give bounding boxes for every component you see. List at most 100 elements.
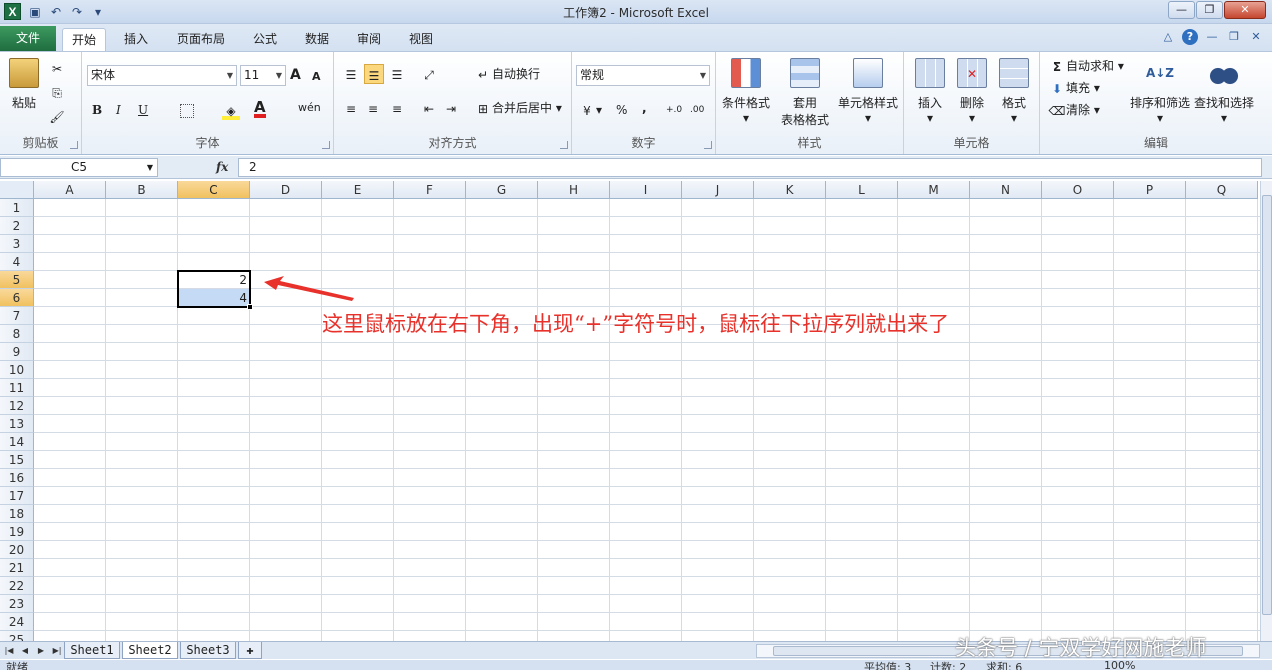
row-header-4[interactable]: 4 [0,253,34,271]
find-select-button[interactable]: 查找和选择 ▾ [1192,58,1256,125]
row-header-17[interactable]: 17 [0,487,34,505]
borders-button[interactable] [180,100,194,120]
align-left-button[interactable]: ≡ [342,98,360,118]
underline-button[interactable]: U [138,100,148,120]
row-header-11[interactable]: 11 [0,379,34,397]
font-name-combo[interactable]: 宋体 ▼ [87,65,237,86]
fill-button[interactable]: ⬇ 填充 ▾ [1048,78,1100,98]
row-header-10[interactable]: 10 [0,361,34,379]
row-header-16[interactable]: 16 [0,469,34,487]
prev-sheet-icon[interactable]: ◀ [18,643,32,658]
tab-home[interactable]: 开始 [62,28,106,51]
column-header-h[interactable]: H [538,181,610,199]
font-color-button[interactable]: A [254,98,266,118]
align-center-button[interactable]: ≡ [364,98,382,118]
restore-button[interactable]: ❐ [1196,1,1223,19]
row-header-23[interactable]: 23 [0,595,34,613]
row-header-3[interactable]: 3 [0,235,34,253]
decrease-indent-button[interactable]: ⇤ [420,98,438,118]
cut-button[interactable]: ✂ [48,58,66,78]
row-header-22[interactable]: 22 [0,577,34,595]
row-header-8[interactable]: 8 [0,325,34,343]
column-header-o[interactable]: O [1042,181,1114,199]
sheet-tab-sheet1[interactable]: Sheet1 [64,642,120,659]
currency-button[interactable]: ¥ ▾ [578,100,602,120]
column-header-p[interactable]: P [1114,181,1186,199]
format-painter-button[interactable]: 🖌 [48,106,66,126]
row-header-7[interactable]: 7 [0,307,34,325]
insert-cells-button[interactable]: 插入 ▾ [910,58,950,125]
insert-function-button[interactable]: fx [216,160,228,174]
copy-button[interactable]: ⎘ [48,82,66,102]
row-header-1[interactable]: 1 [0,199,34,217]
column-header-a[interactable]: A [34,181,106,199]
delete-cells-button[interactable]: ✕ 删除 ▾ [952,58,992,125]
font-size-combo[interactable]: 11 ▼ [240,65,286,86]
sheet-tab-sheet3[interactable]: Sheet3 [180,642,236,659]
tab-insert[interactable]: 插入 [114,28,158,51]
align-top-button[interactable]: ☰ [342,64,360,84]
vertical-scrollbar[interactable] [1260,181,1272,641]
first-sheet-icon[interactable]: |◀ [2,643,16,658]
fill-handle[interactable] [247,304,253,310]
grow-font-button[interactable]: A [290,65,301,85]
workbook-minimize-icon[interactable]: — [1204,29,1220,45]
column-header-d[interactable]: D [250,181,322,199]
row-header-12[interactable]: 12 [0,397,34,415]
format-as-table-button[interactable]: 套用 表格格式 [774,58,836,128]
minimize-button[interactable]: — [1168,1,1195,19]
number-launcher[interactable] [704,141,712,149]
row-header-5[interactable]: 5 [0,271,34,289]
conditional-formatting-button[interactable]: 条件格式 ▾ [720,58,772,125]
column-header-q[interactable]: Q [1186,181,1258,199]
percent-button[interactable]: % [616,100,627,120]
minimize-ribbon-icon[interactable]: △ [1160,29,1176,45]
workbook-restore-icon[interactable]: ❐ [1226,29,1242,45]
last-sheet-icon[interactable]: ▶| [50,643,64,658]
close-button[interactable]: ✕ [1224,1,1266,19]
comma-button[interactable]: , [642,98,647,118]
fill-color-button[interactable]: ◈ [222,100,240,120]
number-format-combo[interactable]: 常规 ▼ [576,65,710,86]
sort-filter-button[interactable]: A↓Z 排序和筛选 ▾ [1128,58,1192,125]
column-header-e[interactable]: E [322,181,394,199]
orientation-button[interactable]: ⤢ [420,64,438,84]
row-header-6[interactable]: 6 [0,289,34,307]
column-header-j[interactable]: J [682,181,754,199]
format-cells-button[interactable]: 格式 ▾ [994,58,1034,125]
alignment-launcher[interactable] [560,141,568,149]
row-header-15[interactable]: 15 [0,451,34,469]
cell-area[interactable] [34,199,1260,649]
clipboard-launcher[interactable] [70,141,78,149]
row-header-20[interactable]: 20 [0,541,34,559]
column-header-i[interactable]: I [610,181,682,199]
help-icon[interactable]: ? [1182,29,1198,45]
vertical-scroll-thumb[interactable] [1262,195,1272,615]
increase-decimal-button[interactable]: +.0 [666,100,682,120]
sheet-tab-sheet2[interactable]: Sheet2 [122,642,178,659]
align-middle-button[interactable]: ☰ [364,64,384,84]
align-bottom-button[interactable]: ☰ [388,64,406,84]
tab-view[interactable]: 视图 [400,28,442,51]
row-header-14[interactable]: 14 [0,433,34,451]
column-header-l[interactable]: L [826,181,898,199]
decrease-decimal-button[interactable]: .00 [690,100,704,120]
workbook-close-icon[interactable]: ✕ [1248,29,1264,45]
increase-indent-button[interactable]: ⇥ [442,98,460,118]
tab-data[interactable]: 数据 [296,28,338,51]
next-sheet-icon[interactable]: ▶ [34,643,48,658]
wrap-text-button[interactable]: ↵ 自动换行 [474,64,540,84]
row-header-18[interactable]: 18 [0,505,34,523]
bold-button[interactable]: B [92,100,102,120]
column-header-n[interactable]: N [970,181,1042,199]
select-all-corner[interactable] [0,181,34,199]
autosum-button[interactable]: Σ 自动求和 ▾ [1048,56,1124,76]
tab-formulas[interactable]: 公式 [244,28,286,51]
row-header-9[interactable]: 9 [0,343,34,361]
phonetic-button[interactable]: wén [298,98,321,118]
row-header-19[interactable]: 19 [0,523,34,541]
tab-review[interactable]: 审阅 [348,28,390,51]
tab-file[interactable]: 文件 [0,26,56,51]
paste-button[interactable]: 粘贴 [6,58,42,111]
new-sheet-icon[interactable]: ✚ [238,642,262,659]
